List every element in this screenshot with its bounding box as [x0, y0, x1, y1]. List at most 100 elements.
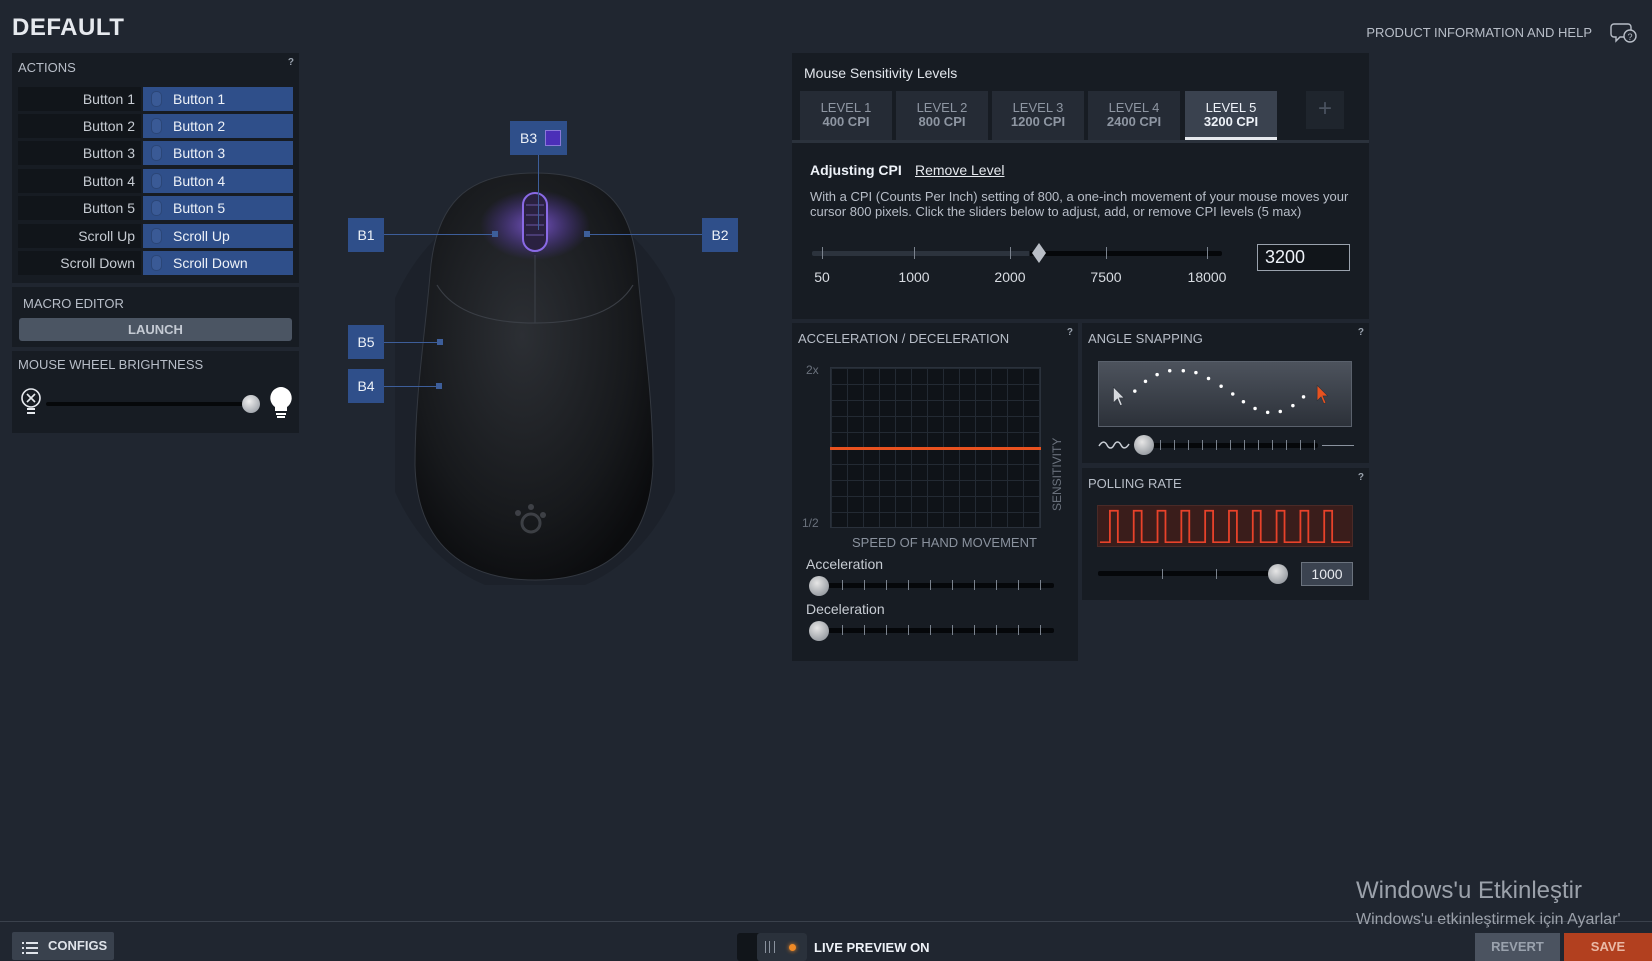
b1-lead-dot	[492, 231, 498, 237]
page-title: DEFAULT	[12, 14, 125, 41]
slider-tick	[908, 580, 909, 590]
wave-icon	[1098, 441, 1130, 449]
launch-button[interactable]: LAUNCH	[19, 318, 292, 341]
activation-watermark-subtitle: Windows'u etkinleştirmek için Ayarlar'	[1356, 911, 1621, 928]
slider-tick	[886, 625, 887, 635]
action-binding[interactable]: Button 1	[143, 87, 293, 111]
action-binding[interactable]: Button 3	[143, 141, 293, 165]
slider-tick	[1040, 625, 1041, 635]
mouse-icon	[151, 91, 162, 107]
tab-level-4[interactable]: LEVEL 4 2400 CPI	[1088, 91, 1180, 140]
brightness-slider-track[interactable]	[46, 402, 248, 406]
slider-tick	[864, 625, 865, 635]
live-preview-label: LIVE PREVIEW ON	[814, 940, 930, 955]
slider-tick	[930, 580, 931, 590]
cpi-scale-label: 1000	[898, 269, 930, 285]
action-row: Button 3 Button 3	[18, 141, 293, 165]
cpi-tick	[914, 247, 915, 259]
action-row: Button 4 Button 4	[18, 169, 293, 193]
chat-help-icon[interactable]: ?	[1610, 20, 1638, 46]
add-level-button[interactable]: +	[1306, 91, 1344, 129]
remove-level-link[interactable]: Remove Level	[915, 162, 1005, 178]
wheel-brightness-panel: MOUSE WHEEL BRIGHTNESS	[12, 351, 299, 433]
deceleration-slider-thumb[interactable]	[809, 621, 829, 641]
b2-lead-dot	[584, 231, 590, 237]
slider-tick	[886, 580, 887, 590]
tab-level-3[interactable]: LEVEL 3 1200 CPI	[992, 91, 1084, 140]
action-binding-label: Button 2	[173, 118, 226, 134]
cpi-value-input[interactable]: 3200	[1257, 244, 1350, 271]
acceleration-slider-thumb[interactable]	[809, 576, 829, 596]
action-binding-label: Button 4	[173, 173, 226, 189]
angle-snapping-graphic	[1098, 361, 1352, 427]
b1-label[interactable]: B1	[348, 218, 384, 252]
mouse-icon	[151, 200, 162, 216]
b4-label[interactable]: B4	[348, 369, 384, 403]
polling-rate-value[interactable]: 1000	[1301, 562, 1353, 586]
level-cpi: 800 CPI	[918, 114, 966, 129]
save-button[interactable]: SAVE	[1564, 933, 1652, 961]
slider-tick	[1230, 440, 1231, 450]
angle-snapping-slider-thumb[interactable]	[1134, 435, 1154, 455]
slider-tick	[1018, 625, 1019, 635]
tab-level-5[interactable]: LEVEL 5 3200 CPI	[1185, 91, 1277, 140]
sensitivity-title: Mouse Sensitivity Levels	[804, 65, 958, 81]
action-binding[interactable]: Scroll Up	[143, 224, 293, 248]
tab-level-2[interactable]: LEVEL 2 800 CPI	[896, 91, 988, 140]
polling-rate-panel: POLLING RATE ? 1000	[1082, 468, 1369, 600]
cpi-tick	[822, 247, 823, 259]
action-binding[interactable]: Button 5	[143, 196, 293, 220]
mouse-icon	[151, 145, 162, 161]
mouse-icon	[151, 255, 162, 271]
product-help-link[interactable]: PRODUCT INFORMATION AND HELP	[1366, 25, 1592, 40]
angle-snapping-help-icon[interactable]: ?	[1358, 327, 1364, 338]
acceleration-panel: ACCELERATION / DECELERATION ? 2x 1/2 SEN…	[792, 323, 1078, 661]
action-binding[interactable]: Button 2	[143, 114, 293, 138]
action-binding-label: Scroll Down	[173, 255, 248, 271]
slider-tick	[996, 625, 997, 635]
slider-tick	[952, 580, 953, 590]
cpi-slider-track[interactable]	[812, 251, 1222, 256]
live-preview-toggle-knob[interactable]	[757, 933, 807, 961]
level-cpi: 2400 CPI	[1106, 114, 1162, 129]
action-row: Button 1 Button 1	[18, 87, 293, 111]
level-label: LEVEL 4	[1108, 100, 1160, 115]
b2-label[interactable]: B2	[702, 218, 738, 252]
slider-tick	[1202, 440, 1203, 450]
macro-editor-panel: MACRO EDITOR LAUNCH	[12, 287, 299, 347]
b2-lead-line	[585, 234, 702, 235]
slider-tick	[1174, 440, 1175, 450]
revert-button[interactable]: REVERT	[1475, 933, 1560, 961]
graph-y-axis-label: SENSITIVITY	[1050, 370, 1064, 511]
mouse-image	[395, 172, 675, 585]
level-label: LEVEL 5	[1205, 100, 1257, 115]
slider-tick	[842, 625, 843, 635]
adjusting-cpi-label: Adjusting CPI	[810, 162, 902, 178]
angle-snapping-panel: ANGLE SNAPPING ?	[1082, 323, 1369, 463]
mouse-icon	[151, 118, 162, 134]
actions-help-icon[interactable]: ?	[288, 57, 294, 68]
slider-tick	[974, 580, 975, 590]
polling-rate-slider-thumb[interactable]	[1268, 564, 1288, 584]
cpi-slider-thumb[interactable]	[1032, 243, 1046, 263]
polling-tick	[1162, 569, 1163, 579]
level-cpi: 400 CPI	[822, 114, 870, 129]
polling-rate-help-icon[interactable]: ?	[1358, 472, 1364, 483]
polling-rate-slider-track[interactable]	[1098, 571, 1280, 576]
angle-snapping-slider-track[interactable]	[1140, 443, 1318, 448]
action-binding[interactable]: Button 4	[143, 169, 293, 193]
angle-snapping-title: ANGLE SNAPPING	[1088, 331, 1203, 346]
actions-panel: ACTIONS ? Button 1 Button 1 Button 2 But…	[12, 53, 299, 283]
b3-label[interactable]: B3	[510, 121, 567, 155]
slider-tick	[1314, 440, 1315, 450]
acceleration-help-icon[interactable]: ?	[1067, 327, 1073, 338]
grip-icon-line	[769, 941, 770, 953]
action-binding-label: Button 5	[173, 200, 226, 216]
brightness-slider-thumb[interactable]	[242, 395, 260, 413]
b5-label[interactable]: B5	[348, 325, 384, 359]
slider-tick	[930, 625, 931, 635]
action-row: Button 2 Button 2	[18, 114, 293, 138]
cpi-tick	[1207, 247, 1208, 259]
action-binding[interactable]: Scroll Down	[143, 251, 293, 275]
tab-level-1[interactable]: LEVEL 1 400 CPI	[800, 91, 892, 140]
